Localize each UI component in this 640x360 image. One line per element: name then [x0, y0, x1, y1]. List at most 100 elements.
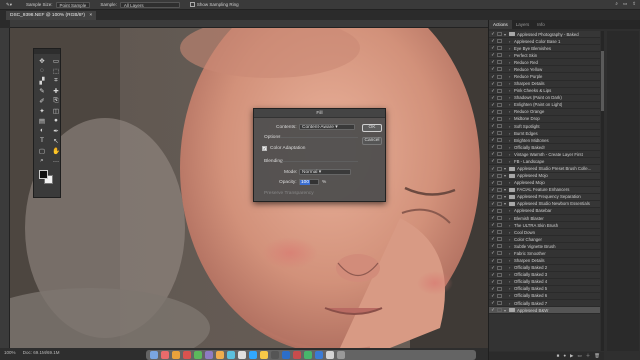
search-icon[interactable]: ⌕ — [615, 1, 618, 7]
app-icon[interactable] — [161, 351, 169, 359]
mode-select[interactable]: Normal ▾ — [299, 169, 351, 175]
opacity-input[interactable]: 100 — [299, 179, 319, 185]
app-icon[interactable] — [282, 351, 290, 359]
tab-info[interactable]: Info — [533, 20, 549, 29]
actions-scrollbar[interactable] — [601, 31, 604, 351]
new-set-icon[interactable]: ▭ — [578, 352, 582, 360]
action-toggle-check[interactable]: ✓ — [490, 293, 496, 299]
action-toggle-check[interactable]: ✓ — [490, 123, 496, 129]
dialog-toggle-box[interactable] — [497, 46, 502, 51]
action-toggle-check[interactable]: ✓ — [490, 74, 496, 80]
dialog-toggle-box[interactable] — [497, 166, 502, 171]
action-toggle-check[interactable]: ✓ — [490, 45, 496, 51]
action-set-row[interactable]: ✓ ▾ Appleseed B&W — [489, 307, 600, 315]
action-row[interactable]: ✓ › Midtone Drop — [489, 116, 600, 124]
action-toggle-check[interactable]: ✓ — [490, 208, 496, 214]
tab-actions[interactable]: Actions — [489, 20, 512, 29]
action-toggle-check[interactable]: ✓ — [490, 229, 496, 235]
action-toggle-check[interactable]: ✓ — [490, 81, 496, 87]
action-toggle-check[interactable]: ✓ — [490, 279, 496, 285]
dodge-icon[interactable]: ◐ — [36, 126, 48, 135]
hand-icon[interactable]: ✋ — [50, 146, 62, 155]
dialog-toggle-box[interactable] — [497, 272, 502, 277]
app-icon[interactable] — [183, 351, 191, 359]
more-tools-icon[interactable]: … — [50, 156, 62, 165]
action-toggle-check[interactable]: ✓ — [490, 31, 496, 37]
sample-size-select[interactable]: Point Sample — [55, 1, 91, 8]
dialog-toggle-box[interactable] — [497, 201, 502, 206]
eyedropper-icon[interactable]: ✎ — [36, 86, 48, 95]
action-row[interactable]: ✓ › Color Changer — [489, 236, 600, 244]
app-icon[interactable] — [216, 351, 224, 359]
ok-button[interactable]: OK — [362, 124, 382, 132]
action-toggle-check[interactable]: ✓ — [490, 286, 496, 292]
action-row[interactable]: ✓ › Officially Baked 7 — [489, 300, 600, 308]
rectangle-icon[interactable]: ▢ — [36, 146, 48, 155]
dialog-toggle-box[interactable] — [497, 124, 502, 129]
dialog-toggle-box[interactable] — [497, 251, 502, 256]
action-toggle-check[interactable]: ✓ — [490, 95, 496, 101]
action-set-row[interactable]: ✓ ▾ Appleseed Studio Newborn Essentials — [489, 200, 600, 208]
move-icon[interactable]: ✥ — [36, 56, 48, 65]
history-brush-icon[interactable]: ✦ — [36, 106, 48, 115]
action-row[interactable]: ✓ › Vintage Warmth - Create Layer First — [489, 151, 600, 159]
dialog-toggle-box[interactable] — [497, 244, 502, 249]
dialog-toggle-box[interactable] — [497, 81, 502, 86]
action-toggle-check[interactable]: ✓ — [490, 59, 496, 65]
dialog-toggle-box[interactable] — [497, 145, 502, 150]
action-row[interactable]: ✓ › Reduce Purple — [489, 73, 600, 81]
action-toggle-check[interactable]: ✓ — [490, 173, 496, 179]
dialog-toggle-box[interactable] — [497, 237, 502, 242]
action-row[interactable]: ✓ › Soft Spotlight — [489, 123, 600, 131]
dialog-toggle-box[interactable] — [497, 74, 502, 79]
spot-healing-icon[interactable]: ✚ — [50, 86, 62, 95]
dialog-toggle-box[interactable] — [497, 67, 502, 72]
close-icon[interactable]: × — [89, 13, 92, 18]
tab-layers[interactable]: Layers — [512, 20, 534, 29]
action-row[interactable]: ✓ › FB - Landscape — [489, 158, 600, 166]
app-icon[interactable] — [205, 351, 213, 359]
app-icon[interactable] — [293, 351, 301, 359]
dialog-toggle-box[interactable] — [497, 223, 502, 228]
cancel-button[interactable]: Cancel — [362, 137, 382, 145]
dialog-toggle-box[interactable] — [497, 180, 502, 185]
action-row[interactable]: ✓ › Fabric Smoother — [489, 250, 600, 258]
dialog-toggle-box[interactable] — [497, 279, 502, 284]
action-toggle-check[interactable]: ✓ — [490, 158, 496, 164]
crop-icon[interactable]: ⌗ — [50, 76, 62, 85]
trash-dock-icon[interactable] — [337, 351, 345, 359]
app-icon[interactable] — [315, 351, 323, 359]
dialog-toggle-box[interactable] — [497, 265, 502, 270]
horizontal-ruler[interactable] — [10, 20, 488, 28]
dialog-toggle-box[interactable] — [497, 194, 502, 199]
dialog-toggle-box[interactable] — [497, 32, 502, 37]
dialog-toggle-box[interactable] — [497, 258, 502, 263]
dialog-toggle-box[interactable] — [497, 173, 502, 178]
action-row[interactable]: ✓ › Reduce Yellow — [489, 66, 600, 74]
dialog-toggle-box[interactable] — [497, 39, 502, 44]
action-toggle-check[interactable]: ✓ — [490, 102, 496, 108]
action-row[interactable]: ✓ › Perfect Skin — [489, 52, 600, 60]
dialog-toggle-box[interactable] — [497, 208, 502, 213]
action-toggle-check[interactable]: ✓ — [490, 307, 496, 313]
dialog-toggle-box[interactable] — [497, 152, 502, 157]
action-row[interactable]: ✓ › Reduce Orange — [489, 109, 600, 116]
action-toggle-check[interactable]: ✓ — [490, 215, 496, 221]
dialog-toggle-box[interactable] — [497, 88, 502, 93]
action-toggle-check[interactable]: ✓ — [490, 265, 496, 271]
action-row[interactable]: ✓ › Appleseed Color Base 1 — [489, 38, 600, 46]
action-toggle-check[interactable]: ✓ — [490, 137, 496, 143]
action-row[interactable]: ✓ › Appleseed Mojo — [489, 180, 600, 187]
action-row[interactable]: ✓ › The ULTRA Skin Brush — [489, 222, 600, 230]
action-row[interactable]: ✓ › Officially Baked 3 — [489, 272, 600, 279]
action-row[interactable]: ✓ › Pink Cheeks & Lips — [489, 88, 600, 95]
action-toggle-check[interactable]: ✓ — [490, 258, 496, 264]
action-set-row[interactable]: ✓ ▾ Applessed Photography - Baked — [489, 31, 600, 39]
action-toggle-check[interactable]: ✓ — [490, 144, 496, 150]
eraser-icon[interactable]: ◫ — [50, 106, 62, 115]
photoshop-icon[interactable] — [249, 351, 257, 359]
app-icon[interactable] — [227, 351, 235, 359]
action-set-row[interactable]: ✓ ▾ FACIAL Feature Enhancers — [489, 186, 600, 194]
action-row[interactable]: ✓ › Burnt Edges — [489, 130, 600, 138]
action-row[interactable]: ✓ › Blemish Blaster — [489, 215, 600, 223]
